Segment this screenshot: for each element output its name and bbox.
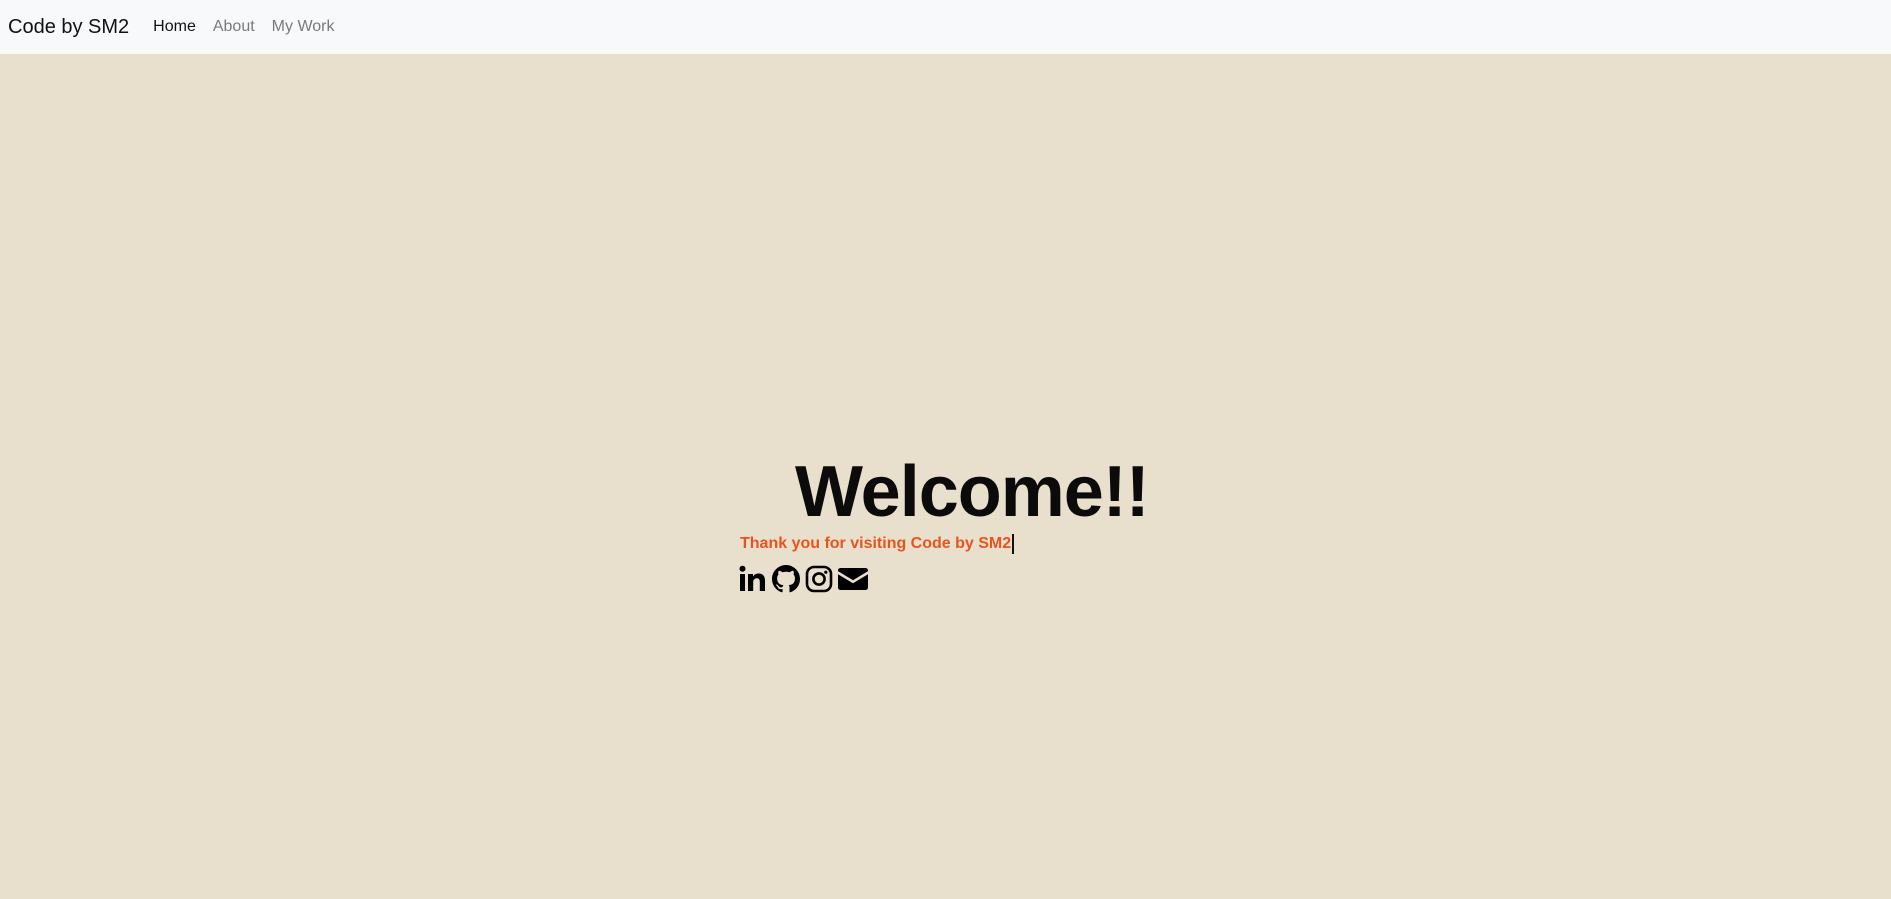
nav-my-work-link[interactable]: My Work <box>272 18 335 36</box>
instagram-icon[interactable] <box>805 565 833 593</box>
linkedin-icon[interactable] <box>739 565 767 593</box>
welcome-heading: Welcome!! <box>795 452 1150 532</box>
nav-home-link[interactable]: Home <box>153 18 196 36</box>
nav-links: Home About My Work <box>153 18 334 36</box>
tagline: Thank you for visiting Code by SM2 <box>740 534 1015 554</box>
social-links <box>739 565 868 593</box>
github-icon[interactable] <box>772 565 800 593</box>
tagline-text: Thank you for visiting Code by SM2 <box>740 535 1012 552</box>
envelope-icon[interactable] <box>838 565 868 593</box>
typing-cursor <box>1012 534 1015 554</box>
nav-about-link[interactable]: About <box>213 18 255 36</box>
hero-section: Welcome!! Thank you for visiting Code by… <box>0 54 1891 899</box>
brand-link[interactable]: Code by SM2 <box>8 16 129 39</box>
top-navbar: Code by SM2 Home About My Work <box>0 0 1891 54</box>
